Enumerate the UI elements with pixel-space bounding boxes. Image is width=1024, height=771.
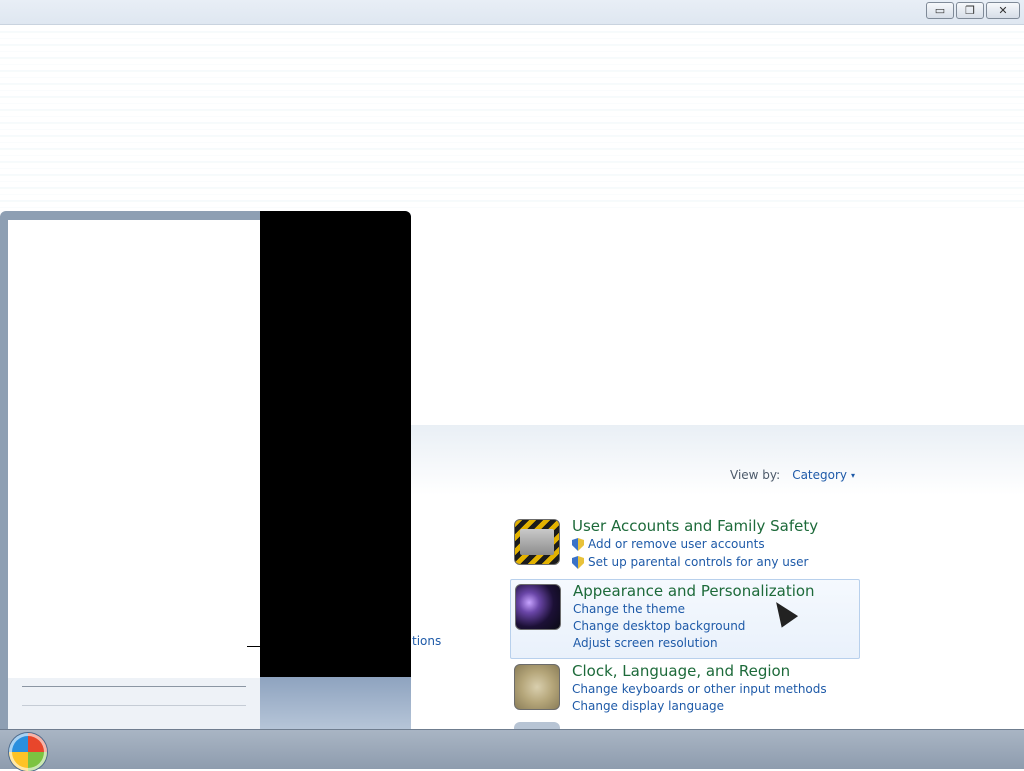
restore-button[interactable]: ❐ xyxy=(956,2,984,19)
user-accounts-icon[interactable] xyxy=(514,519,560,565)
view-by-label: View by: xyxy=(730,468,781,482)
start-menu xyxy=(0,211,411,729)
category-clock-language-region: Clock, Language, and Region Change keybo… xyxy=(510,660,860,722)
control-panel-header xyxy=(410,425,1024,495)
category-appearance: Appearance and Personalization Change th… xyxy=(510,579,860,659)
chevron-down-icon: ▾ xyxy=(851,470,856,480)
start-search-input[interactable] xyxy=(22,686,246,706)
minimize-button[interactable]: ▭ xyxy=(926,2,954,19)
category-link[interactable]: Add or remove user accounts xyxy=(588,537,765,551)
category-title[interactable]: Clock, Language, and Region xyxy=(572,662,790,680)
redraw-artifact-band xyxy=(0,26,1024,210)
category-link[interactable]: Adjust screen resolution xyxy=(573,636,718,650)
shield-icon xyxy=(572,556,584,569)
category-link[interactable]: Change keyboards or other input methods xyxy=(572,682,827,696)
category-link[interactable]: Change desktop background xyxy=(573,619,745,633)
start-search-area xyxy=(8,678,260,729)
text-cursor-tick xyxy=(247,646,261,647)
category-link[interactable]: Change display language xyxy=(572,699,724,713)
taskbar xyxy=(0,729,1024,771)
appearance-icon[interactable] xyxy=(515,584,561,630)
start-menu-programs-pane xyxy=(8,220,260,678)
category-link[interactable]: Change the theme xyxy=(573,602,685,616)
window-titlebar: ▭ ❐ ✕ xyxy=(0,0,1024,25)
partially-hidden-link[interactable]: tions xyxy=(412,634,441,648)
view-by-control: View by: Category ▾ xyxy=(730,468,855,482)
start-menu-places-pane xyxy=(260,211,411,677)
clock-language-icon[interactable] xyxy=(514,664,560,710)
category-title[interactable]: Appearance and Personalization xyxy=(573,582,815,600)
window-controls: ▭ ❐ ✕ xyxy=(926,2,1020,19)
authorized-plate xyxy=(520,529,554,555)
category-title[interactable]: User Accounts and Family Safety xyxy=(572,517,818,535)
view-by-value: Category xyxy=(792,468,848,482)
view-by-dropdown[interactable]: Category ▾ xyxy=(792,468,855,482)
category-link[interactable]: Set up parental controls for any user xyxy=(588,555,808,569)
start-orb-icon[interactable] xyxy=(9,733,47,771)
shield-icon xyxy=(572,538,584,551)
category-user-accounts: User Accounts and Family Safety Add or r… xyxy=(510,515,860,575)
close-button[interactable]: ✕ xyxy=(986,2,1020,19)
start-menu-power-area xyxy=(260,677,411,729)
